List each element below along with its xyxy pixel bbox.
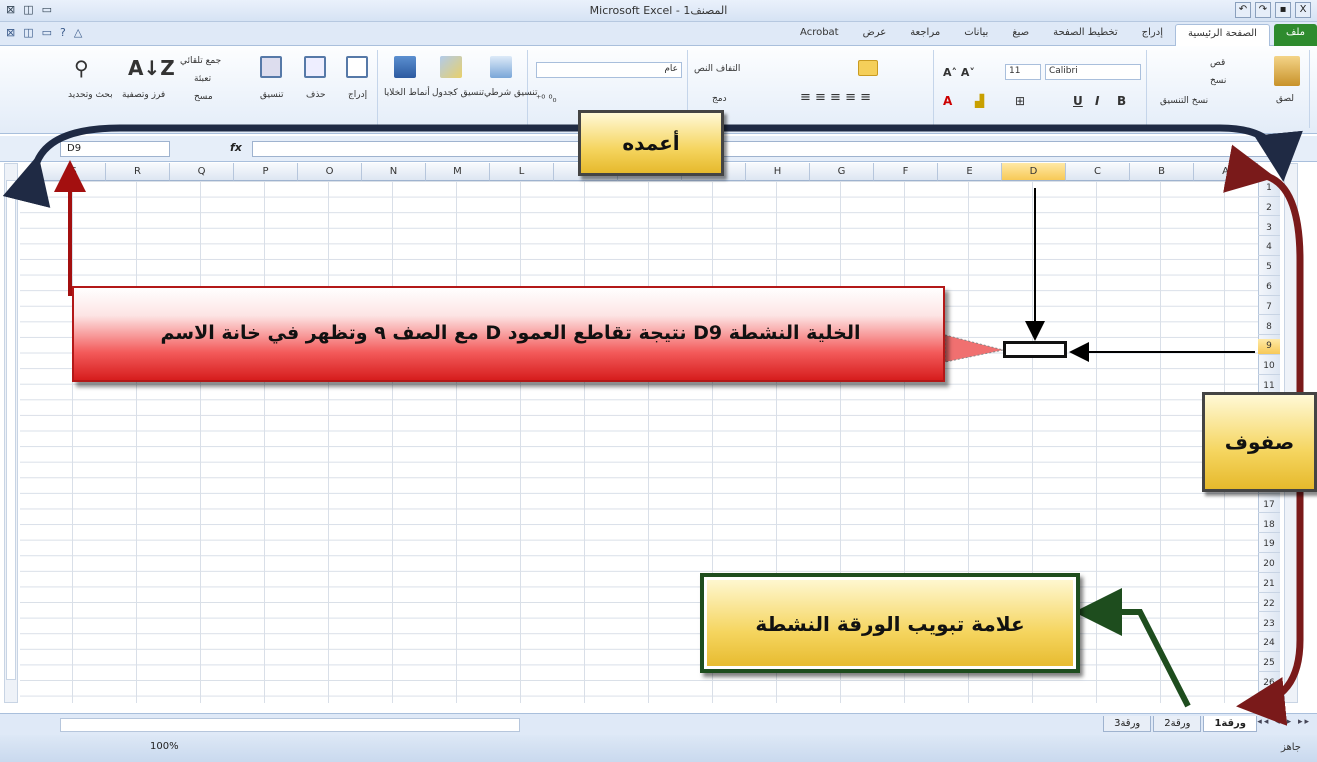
sheet-tab-arrow [1074, 588, 1191, 708]
columns-label: أعمده [578, 110, 724, 176]
active-cell-callout: الخلية النشطة D9 نتيجة تقاطع العمود D مع… [72, 286, 945, 382]
rows-label: صفوف [1202, 392, 1317, 492]
active-tab-callout: علامة تبويب الورقة النشطة [700, 573, 1080, 673]
active-cell-note: الخلية النشطة D9 نتيجة تقاطع العمود D مع… [160, 322, 861, 344]
callout-pointer [944, 334, 1004, 363]
